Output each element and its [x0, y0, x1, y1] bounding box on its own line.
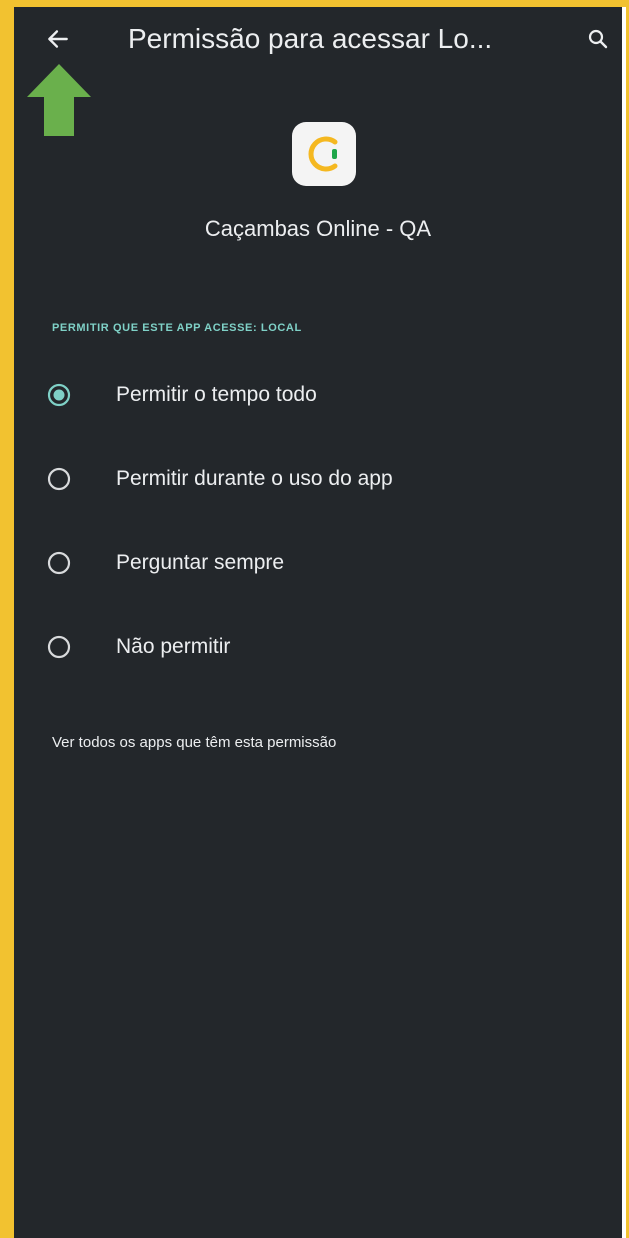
radio-unselected-icon[interactable] — [47, 635, 71, 659]
back-button[interactable] — [36, 17, 80, 61]
search-icon — [588, 29, 608, 49]
option-label: Perguntar sempre — [116, 551, 285, 574]
arrow-left-icon — [48, 30, 68, 48]
option-label: Permitir o tempo todo — [116, 383, 317, 406]
permission-section-header: PERMITIR QUE ESTE APP ACESSE: LOCAL — [52, 322, 302, 334]
app-name: Caçambas Online - QA — [204, 216, 432, 241]
option-allow-while-using[interactable]: Permitir durante o uso do app — [14, 444, 622, 514]
permission-screen: Permissão para acessar Lo... Caçambas On… — [14, 7, 622, 1238]
option-allow-all-the-time[interactable]: Permitir o tempo todo — [14, 360, 622, 430]
top-app-bar: Permissão para acessar Lo... — [14, 7, 622, 69]
search-button[interactable] — [576, 17, 620, 61]
option-label: Permitir durante o uso do app — [116, 467, 393, 490]
radio-selected-icon[interactable] — [47, 383, 71, 407]
option-ask-every-time[interactable]: Perguntar sempre — [14, 528, 622, 598]
radio-unselected-icon[interactable] — [47, 467, 71, 491]
page-title: Permissão para acessar Lo... — [128, 23, 493, 54]
see-all-apps-link[interactable]: Ver todos os apps que têm esta permissão — [52, 733, 336, 753]
option-label: Não permitir — [116, 635, 231, 658]
app-logo-icon — [292, 122, 356, 186]
option-deny[interactable]: Não permitir — [14, 612, 622, 682]
radio-unselected-icon[interactable] — [47, 551, 71, 575]
up-arrow-annotation-icon — [27, 64, 91, 136]
